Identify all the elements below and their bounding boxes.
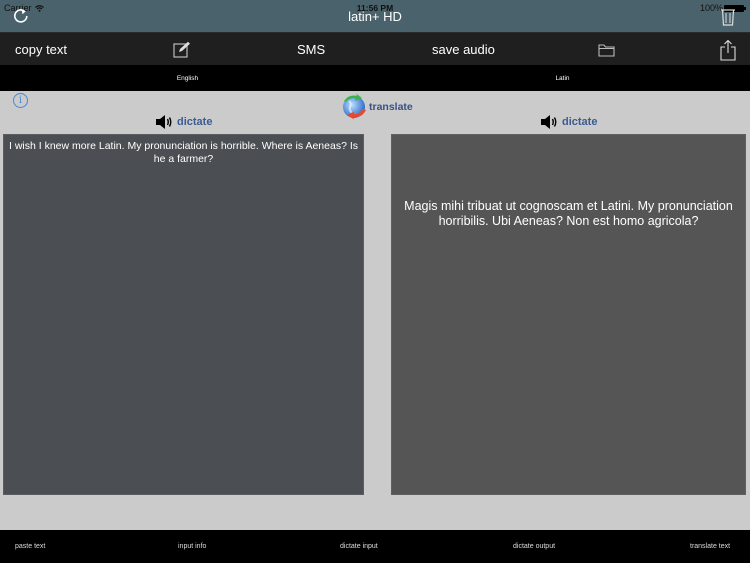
- nav-bar: Carrier 11:56 PM 100% latin+ HD: [0, 0, 750, 32]
- sms-button[interactable]: SMS: [297, 33, 325, 66]
- trash-icon: [721, 9, 735, 26]
- toolbar: copy text SMS save audio: [0, 32, 750, 65]
- translate-label: translate: [369, 100, 413, 113]
- share-button[interactable]: [720, 33, 736, 66]
- save-audio-button[interactable]: save audio: [432, 33, 495, 66]
- delete-button[interactable]: [720, 6, 736, 26]
- compose-button[interactable]: [173, 33, 191, 66]
- dictate-input-button[interactable]: dictate: [155, 114, 212, 130]
- dictate-output-label: dictate: [562, 116, 598, 128]
- source-language-label[interactable]: English: [0, 65, 375, 91]
- folder-icon: [598, 43, 615, 57]
- compose-icon: [173, 41, 190, 58]
- paste-text-button[interactable]: paste text: [15, 530, 45, 563]
- dictate-output-button[interactable]: dictate: [540, 114, 597, 130]
- translate-text-button[interactable]: translate text: [690, 530, 730, 563]
- dictate-input-bottom-button[interactable]: dictate input: [340, 530, 378, 563]
- app-root: Carrier 11:56 PM 100% latin+ HD copy tex…: [0, 0, 750, 563]
- content-area: i translate dictate dictate I wish I kne…: [0, 91, 750, 530]
- input-text-area[interactable]: I wish I knew more Latin. My pronunciati…: [3, 134, 364, 495]
- info-button[interactable]: i: [13, 93, 28, 108]
- copy-text-button[interactable]: copy text: [15, 33, 67, 66]
- language-bar: English Latin: [0, 65, 750, 91]
- share-icon: [720, 39, 736, 61]
- app-title: latin+ HD: [348, 9, 402, 24]
- dictate-output-bottom-button[interactable]: dictate output: [513, 530, 555, 563]
- speaker-icon: [541, 115, 557, 129]
- translate-button[interactable]: translate: [341, 93, 413, 120]
- bottom-bar: paste text input info dictate input dict…: [0, 530, 750, 563]
- input-info-button[interactable]: input info: [178, 530, 206, 563]
- target-language-label[interactable]: Latin: [375, 65, 750, 91]
- dictate-input-label: dictate: [177, 116, 213, 128]
- info-icon: i: [18, 95, 23, 106]
- output-text-area[interactable]: Magis mihi tribuat ut cognoscam et Latin…: [391, 134, 746, 495]
- globe-translate-icon: [343, 93, 366, 120]
- folder-button[interactable]: [598, 33, 615, 66]
- speaker-icon: [156, 115, 172, 129]
